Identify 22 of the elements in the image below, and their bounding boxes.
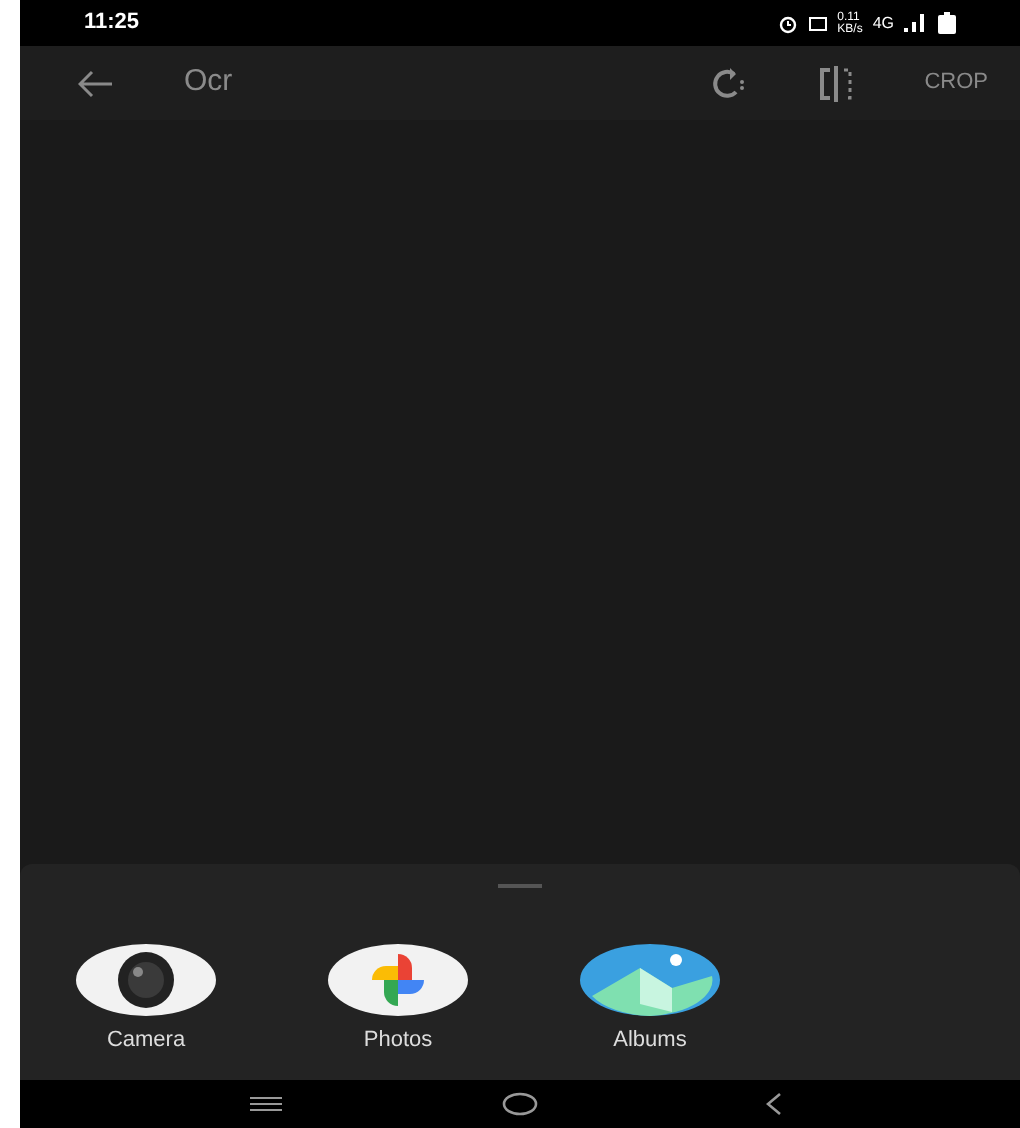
app-option[interactable]: Albums (580, 944, 720, 1057)
circle-icon (501, 1092, 538, 1116)
flip-icon (816, 63, 857, 103)
signal-icon (904, 14, 928, 32)
screen-title: Ocr (184, 62, 233, 103)
alarm-icon (777, 13, 798, 33)
app-option[interactable]: Photos (328, 944, 468, 1057)
hd-signal-icon (807, 13, 828, 33)
network-type: 4G (872, 11, 894, 35)
camera-lens-icon (76, 944, 216, 1016)
drag-handle[interactable] (498, 884, 542, 888)
rotate-icon (708, 63, 749, 103)
clock-time: 11:25 (84, 8, 140, 39)
chevron-left-icon (765, 1092, 782, 1116)
menu-icon (250, 1096, 283, 1112)
app-option[interactable]: Camera (76, 944, 216, 1057)
back-arrow-icon (78, 69, 114, 97)
battery-icon (938, 12, 956, 34)
pinwheel-icon (328, 944, 468, 1016)
landscape-icon (580, 944, 720, 1016)
home-button[interactable] (499, 1090, 540, 1118)
crop-button[interactable]: CROP (912, 59, 1000, 107)
